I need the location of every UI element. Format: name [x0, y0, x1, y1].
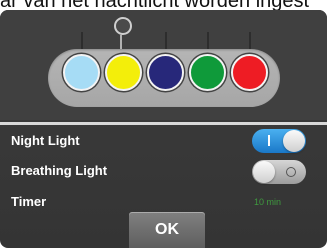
color-swatch-dark-blue[interactable]: [147, 54, 184, 91]
toggle-off-icon: [286, 167, 296, 177]
breathing-light-toggle[interactable]: [252, 160, 306, 184]
night-light-label: Night Light: [11, 133, 80, 148]
color-selector-handle[interactable]: [114, 17, 132, 35]
color-swatch-yellow[interactable]: [105, 54, 142, 91]
timer-value[interactable]: 10 min: [254, 197, 281, 207]
timer-label: Timer: [11, 194, 47, 209]
toggle-on-icon: [268, 135, 270, 146]
breathing-light-label: Breathing Light: [11, 163, 108, 178]
section-divider: [0, 122, 327, 125]
ok-button[interactable]: OK: [129, 212, 205, 248]
color-swatch-green[interactable]: [189, 54, 226, 91]
color-swatch-light-blue[interactable]: [63, 54, 100, 91]
toggle-knob: [253, 161, 275, 183]
night-light-toggle[interactable]: [252, 129, 306, 153]
color-swatch-red[interactable]: [231, 54, 268, 91]
toggle-knob: [283, 130, 305, 152]
